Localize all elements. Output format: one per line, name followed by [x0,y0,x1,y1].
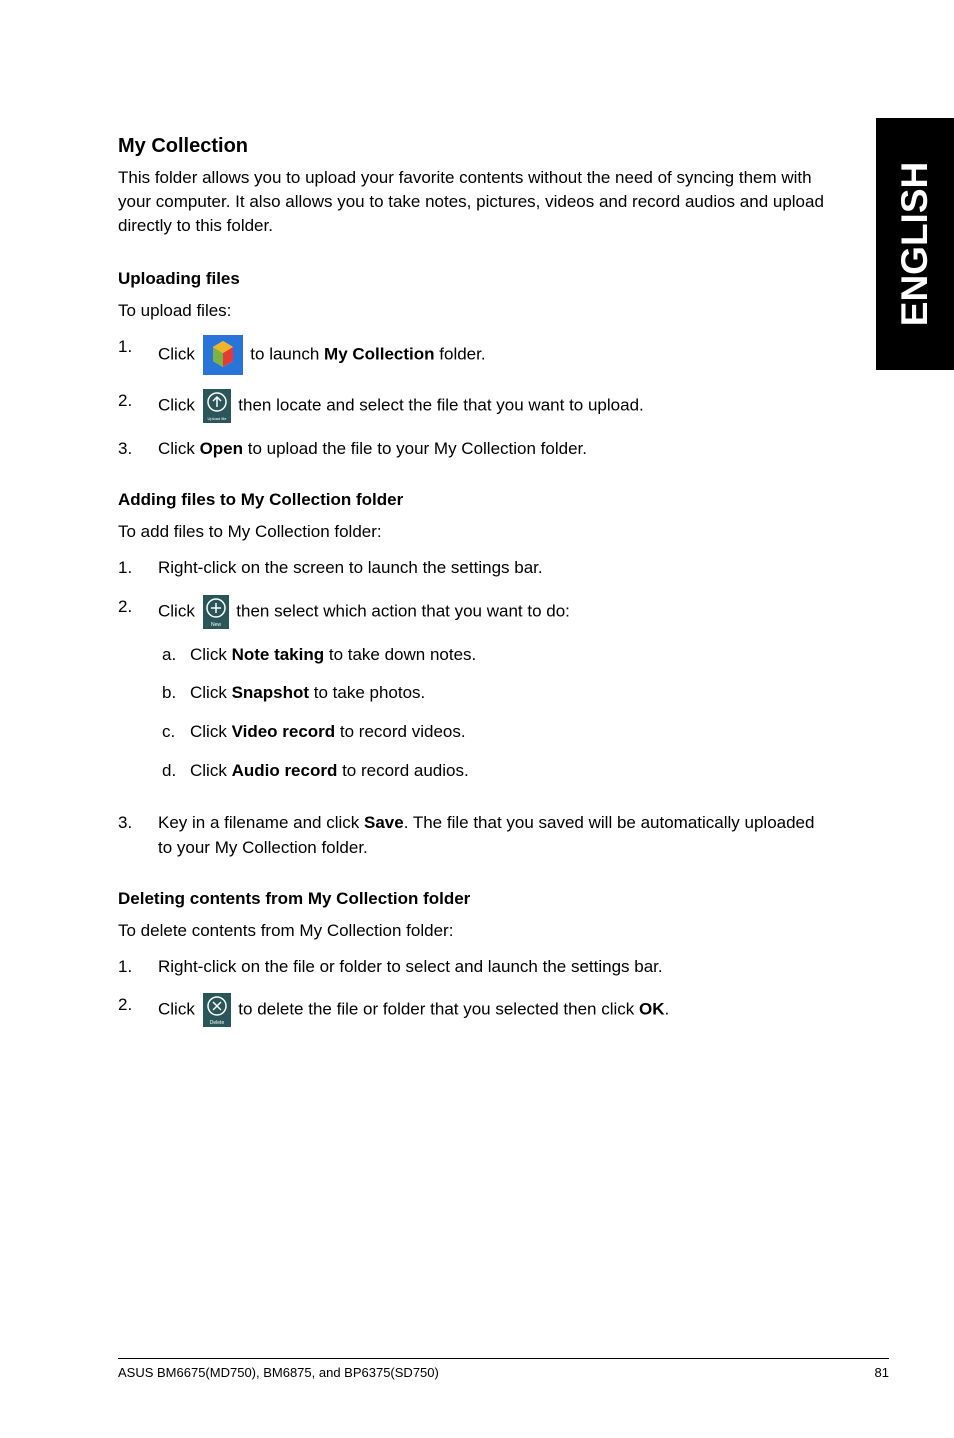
deleting-step-2: 2. Click Delete to dele [118,993,828,1027]
step-bold: My Collection [324,345,435,364]
page-footer: ASUS BM6675(MD750), BM6875, and BP6375(S… [118,1358,889,1380]
step-text: folder. [435,345,486,364]
delete-x-icon: Delete [203,993,231,1027]
sub-step-c: c. Click Video record to record videos. [158,720,828,745]
step-number: 2. [118,595,158,620]
upload-file-icon: Upload file [203,389,231,423]
sub-step-d: d. Click Audio record to record audios. [158,759,828,784]
step-text: Right-click on the file or folder to sel… [158,955,828,980]
step-text: to delete the file or folder that you se… [238,1000,639,1019]
uploading-heading: Uploading files [118,269,828,289]
my-collection-app-icon [203,335,243,375]
upload-step-3: 3. Click Open to upload the file to your… [118,437,828,462]
step-text: to launch [250,345,324,364]
step-text: Click [158,345,200,364]
step-number: 3. [118,437,158,462]
svg-text:New: New [211,622,221,628]
step-text: then locate and select the file that you… [238,396,643,415]
uploading-lead: To upload files: [118,301,828,321]
intro-paragraph: This folder allows you to upload your fa… [118,166,828,237]
new-plus-icon: New [203,595,229,629]
deleting-section: Deleting contents from My Collection fol… [118,889,828,1028]
sub-letter: a. [158,643,190,668]
uploading-section: Uploading files To upload files: 1. Clic… [118,269,828,462]
sub-step-b: b. Click Snapshot to take photos. [158,681,828,706]
step-number: 2. [118,993,158,1018]
page-content: My Collection This folder allows you to … [118,135,828,1027]
step-number: 2. [118,389,158,414]
deleting-step-1: 1. Right-click on the file or folder to … [118,955,828,980]
step-text: to upload the file to your My Collection… [243,439,587,458]
step-text: Right-click on the screen to launch the … [158,556,828,581]
step-bold: Save [364,813,404,832]
deleting-lead: To delete contents from My Collection fo… [118,921,828,941]
section-title: My Collection [118,135,828,158]
sub-letter: c. [158,720,190,745]
deleting-heading: Deleting contents from My Collection fol… [118,889,828,909]
adding-heading: Adding files to My Collection folder [118,490,828,510]
upload-step-1: 1. Click to launch My [118,335,828,375]
adding-step-1: 1. Right-click on the screen to launch t… [118,556,828,581]
step-text: Click [158,439,200,458]
step-number: 1. [118,556,158,581]
step-number: 3. [118,811,158,836]
step-bold: OK [639,1000,665,1019]
page-number: 81 [875,1365,889,1380]
sub-letter: b. [158,681,190,706]
adding-lead: To add files to My Collection folder: [118,522,828,542]
step-text: Click [158,396,200,415]
step-text: Click [158,1000,200,1019]
svg-text:Upload file: Upload file [207,416,227,421]
adding-step-3: 3. Key in a filename and click Save. The… [118,811,828,860]
step-text: Key in a filename and click [158,813,364,832]
step-bold: Open [200,439,243,458]
step-text: Click [158,601,200,620]
step-number: 1. [118,955,158,980]
adding-section: Adding files to My Collection folder To … [118,490,828,860]
upload-step-2: 2. Click Upload file th [118,389,828,423]
svg-text:Delete: Delete [209,1020,224,1026]
step-text: . [664,1000,669,1019]
sub-letter: d. [158,759,190,784]
sub-step-a: a. Click Note taking to take down notes. [158,643,828,668]
footer-product: ASUS BM6675(MD750), BM6875, and BP6375(S… [118,1365,439,1380]
step-text: then select which action that you want t… [236,601,570,620]
step-number: 1. [118,335,158,360]
adding-step-2: 2. Click New then selec [118,595,828,798]
